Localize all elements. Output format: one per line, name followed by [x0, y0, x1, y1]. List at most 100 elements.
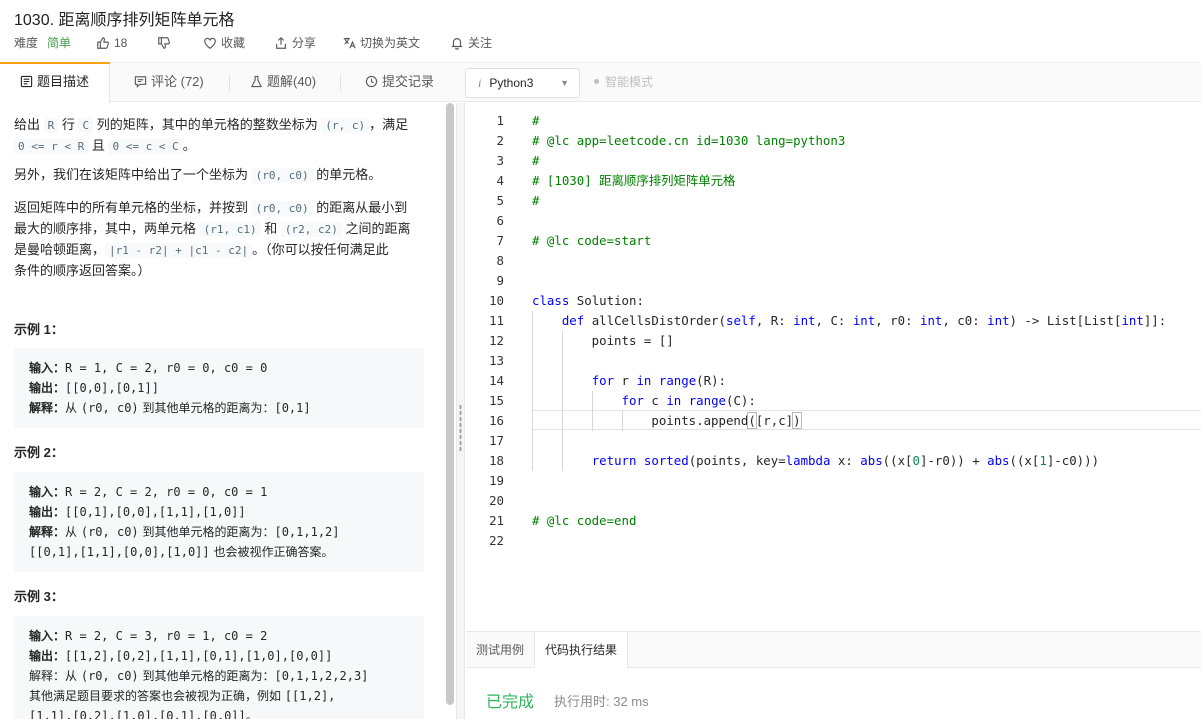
value: (r0, c0) — [80, 401, 139, 415]
text: 另外，我们在该矩阵中给出了一个坐标为 — [14, 167, 252, 182]
line-number: 6 — [496, 213, 504, 228]
share-button[interactable]: 分享 — [274, 35, 316, 51]
code-line[interactable]: 13 — [466, 351, 1201, 371]
code-line[interactable]: 15 for c in range(C): — [466, 391, 1201, 411]
code-line[interactable]: 18 return sorted(points, key=lambda x: a… — [466, 451, 1201, 471]
value: [[0,0],[0,1]] — [65, 381, 159, 395]
tab-description[interactable]: 题目描述 — [0, 62, 110, 103]
line-number: 1 — [496, 113, 504, 128]
text: 的单元格。 — [312, 167, 382, 182]
code-line[interactable]: 1 # — [466, 111, 1201, 131]
label: 输出： — [29, 649, 66, 663]
text: 列的矩阵，其中的单元格的整数坐标为 — [93, 117, 322, 132]
like-button[interactable]: 18 — [96, 35, 127, 51]
example-explanation: 解释：从 (r0, c0) 到其他单元格的距离为：[0,1,1,2] — [29, 522, 424, 542]
value: (r0, c0) — [80, 669, 139, 683]
tab-submissions[interactable]: 提交记录 — [365, 63, 434, 102]
example-explanation: 解释：从 (r0, c0) 到其他单元格的距离为：[0,1] — [29, 398, 424, 418]
code-line[interactable]: 6 — [466, 211, 1201, 231]
code-line[interactable]: 5 # — [466, 191, 1201, 211]
code-text: # — [532, 153, 540, 168]
text: ，满足 — [369, 117, 409, 132]
code-editor[interactable]: 1 #2 # @lc app=leetcode.cn id=1030 lang=py… — [466, 103, 1201, 630]
text: 到其他单元格的距离为： — [138, 669, 275, 683]
code-line[interactable]: 16 points.append([r,c]) — [466, 411, 1201, 431]
code-line[interactable]: 9 — [466, 271, 1201, 291]
code-line[interactable]: 14 for r in range(R): — [466, 371, 1201, 391]
code-line[interactable]: 11 def allCellsDistOrder(self, R: int, C… — [466, 311, 1201, 331]
example-input: 输入：R = 2, C = 3, r0 = 1, c0 = 2 — [29, 626, 424, 646]
tab-comments[interactable]: 评论 (72) — [134, 63, 204, 102]
example-extra: 其他满足题目要求的答案也会被视为正确，例如 [[1,2], — [29, 686, 424, 706]
code-line[interactable]: 22 — [466, 531, 1201, 551]
text: 返回矩阵中的所有单元格的坐标，并按到 — [14, 200, 252, 215]
tab-solutions[interactable]: 题解(40) — [250, 63, 316, 102]
line-number: 20 — [489, 493, 504, 508]
thumbs-up-icon — [97, 37, 109, 49]
switch-language-button[interactable]: 切换为英文 — [342, 35, 420, 51]
value: R = 1, C = 2, r0 = 0, c0 = 0 — [65, 361, 268, 375]
code-line[interactable]: 7 # @lc code=start — [466, 231, 1201, 251]
text: 给出 — [14, 117, 44, 132]
language-select-value: Python3 — [489, 76, 534, 90]
line-number: 14 — [489, 373, 504, 388]
code-line[interactable]: 21 # @lc code=end — [466, 511, 1201, 531]
text: 。 — [182, 138, 196, 153]
tab-run-result[interactable]: 代码执行结果 — [534, 632, 629, 669]
description-scrollbar[interactable] — [446, 103, 454, 705]
tab-testcase[interactable]: 测试用例 — [466, 632, 534, 668]
code-text: # — [532, 113, 540, 128]
code-text: for c in range(C): — [621, 393, 756, 408]
text: 。（你可以按任何满足此 — [252, 242, 389, 257]
code-line[interactable]: 17 — [466, 431, 1201, 451]
code-line[interactable]: 19 — [466, 471, 1201, 491]
code-line[interactable]: 20 — [466, 491, 1201, 511]
example-3-box: 输入：R = 2, C = 3, r0 = 1, c0 = 2 输出：[[1,2… — [14, 616, 424, 719]
line-number: 3 — [496, 153, 504, 168]
drag-grip-icon[interactable] — [459, 404, 462, 452]
chevron-down-icon: ▼ — [560, 78, 569, 88]
info-icon: i — [478, 76, 482, 90]
code-line[interactable]: 10 class Solution: — [466, 291, 1201, 311]
smart-mode-toggle[interactable]: 智能模式 — [594, 63, 653, 102]
code-line[interactable]: 3 # — [466, 151, 1201, 171]
indent-guide — [621, 411, 623, 431]
follow-button[interactable]: 关注 — [450, 35, 492, 51]
line-number: 7 — [496, 233, 504, 248]
description-paragraph-2: 另外，我们在该矩阵中给出了一个坐标为 (r0, c0) 的单元格。 — [14, 165, 429, 186]
code-line[interactable]: 4 # [1030] 距离顺序排列矩阵单元格 — [466, 171, 1201, 191]
share-label: 分享 — [292, 36, 317, 50]
code-text: points = [] — [532, 333, 674, 348]
problem-title: 1030. 距离顺序排列矩阵单元格 — [14, 12, 235, 29]
tab-solutions-label: 题解(40) — [267, 74, 317, 89]
label: 输入： — [29, 485, 66, 499]
inline-code: (r0, c0) — [251, 201, 313, 216]
favorite-button[interactable]: 收藏 — [203, 35, 245, 51]
inline-code: 0 <= c < C — [108, 139, 183, 154]
language-select[interactable]: i Python3 ▼ — [465, 68, 580, 98]
example-output: 输出：[[0,1],[0,0],[1,1],[1,0]] — [29, 502, 424, 522]
inline-code: R — [43, 118, 59, 133]
share-icon — [276, 36, 286, 49]
tab-bar: 题目描述 评论 (72) 题解(40) 提交记录 i Python3 ▼ 智能模式 — [0, 62, 1201, 103]
line-number: 16 — [489, 413, 504, 428]
label: 解释： — [29, 669, 66, 683]
line-number: 4 — [496, 173, 504, 188]
line-number: 10 — [489, 293, 504, 308]
code-line[interactable]: 8 — [466, 251, 1201, 271]
code-line[interactable]: 2 # @lc app=leetcode.cn id=1030 lang=pyth… — [466, 131, 1201, 151]
line-number: 19 — [489, 473, 504, 488]
dislike-button[interactable] — [157, 35, 175, 51]
thumbs-down-icon — [158, 37, 170, 49]
line-number: 12 — [489, 333, 504, 348]
value: [[1,2],[0,2],[1,1],[0,1],[1,0],[0,0]] — [65, 649, 333, 663]
text: 是曼哈顿距离， — [14, 242, 106, 257]
code-line[interactable]: 12 points = [] — [466, 331, 1201, 351]
text: 且 — [88, 138, 109, 153]
text: 从 — [65, 669, 81, 683]
value: [[0,1],[1,1],[0,0],[1,0]] — [29, 545, 210, 559]
indent-guide — [561, 331, 563, 471]
value: R = 2, C = 3, r0 = 1, c0 = 2 — [65, 629, 268, 643]
text: 条件的顺序返回答案。） — [14, 263, 151, 278]
inline-code: (r, c) — [321, 118, 370, 133]
